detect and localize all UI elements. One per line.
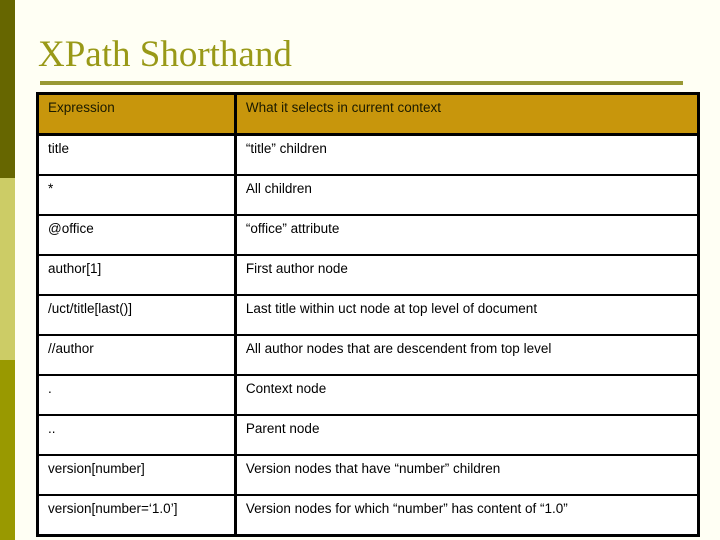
cell-expression: @office [36,214,237,256]
xpath-shorthand-table: Expression What it selects in current co… [36,92,700,537]
table-row: * All children [36,174,700,216]
cell-expression: /uct/title[last()] [36,294,237,336]
table-row: //author All author nodes that are descen… [36,334,700,376]
cell-selects: Parent node [234,414,700,456]
cell-selects: Context node [234,374,700,416]
table-row: @office “office” attribute [36,214,700,256]
table-row: /uct/title[last()] Last title within uct … [36,294,700,336]
cell-expression: version[number=‘1.0’] [36,494,237,537]
cell-selects: All author nodes that are descendent fro… [234,334,700,376]
table-row: version[number] Version nodes that have “… [36,454,700,496]
cell-selects: Version nodes for which “number” has con… [234,494,700,537]
table-row: . Context node [36,374,700,416]
sidebar-segment-middle [0,178,15,360]
cell-selects: Last title within uct node at top level … [234,294,700,336]
table-row: version[number=‘1.0’] Version nodes for w… [36,494,700,537]
cell-selects: “office” attribute [234,214,700,256]
slide-canvas: XPath Shorthand Expression What it selec… [0,0,720,540]
cell-expression: .. [36,414,237,456]
cell-expression: //author [36,334,237,376]
title-underline-rule [40,81,683,85]
cell-expression: * [36,174,237,216]
cell-selects: “title” children [234,133,700,176]
decorative-sidebar-stripe [0,0,15,540]
cell-expression: title [36,133,237,176]
table-row: title “title” children [36,133,700,176]
cell-selects: First author node [234,254,700,296]
page-title: XPath Shorthand [38,34,292,75]
cell-selects: All children [234,174,700,216]
column-header-expression: Expression [36,92,237,136]
cell-selects: Version nodes that have “number” childre… [234,454,700,496]
cell-expression: version[number] [36,454,237,496]
column-header-selects: What it selects in current context [234,92,700,136]
table-body: title “title” children * All children @offic… [36,133,700,537]
sidebar-segment-bottom [0,360,15,540]
table-row: author[1] First author node [36,254,700,296]
table-header-row: Expression What it selects in current co… [36,92,700,136]
table-row: .. Parent node [36,414,700,456]
cell-expression: author[1] [36,254,237,296]
cell-expression: . [36,374,237,416]
sidebar-segment-top [0,0,15,178]
